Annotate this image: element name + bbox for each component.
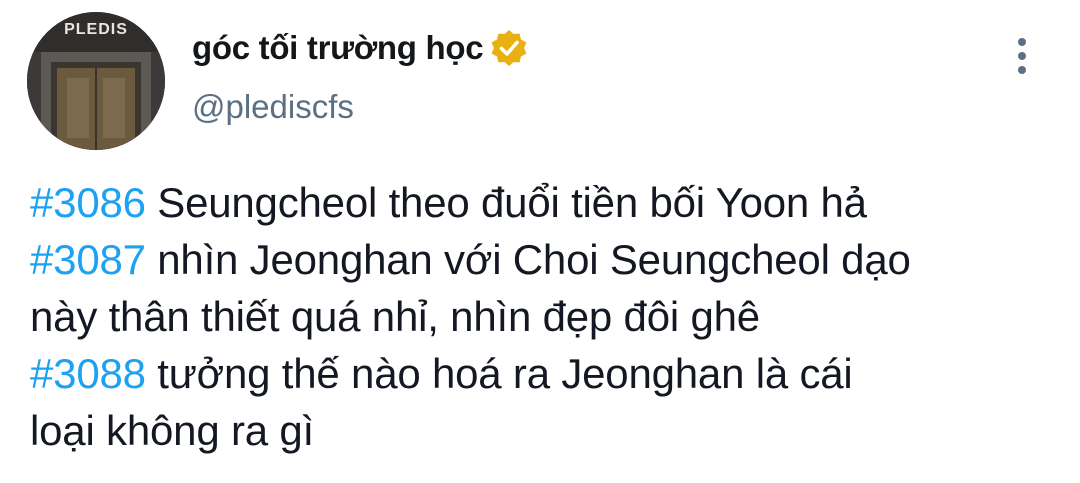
tweet-line-text: tưởng thế nào hoá ra Jeonghan là cái <box>145 350 853 397</box>
tweet-line: #3086 Seungcheol theo đuổi tiền bối Yoon… <box>30 174 1070 231</box>
tweet-line-text: này thân thiết quá nhỉ, nhìn đẹp đôi ghê <box>30 293 760 340</box>
tweet-line: #3088 tưởng thế nào hoá ra Jeonghan là c… <box>30 345 1070 402</box>
tweet-line-text: Seungcheol theo đuổi tiền bối Yoon hả <box>145 179 867 226</box>
avatar[interactable]: PLEDIS <box>27 12 165 150</box>
hashtag-link[interactable]: #3086 <box>30 179 146 226</box>
verified-badge-icon <box>489 28 529 68</box>
author-name-row[interactable]: góc tối trường học <box>192 26 529 70</box>
more-options-icon <box>1018 38 1026 74</box>
tweet-line: loại không ra gì <box>30 402 1070 459</box>
display-name[interactable]: góc tối trường học <box>192 29 484 67</box>
tweet-text: #3086 Seungcheol theo đuổi tiền bối Yoon… <box>30 174 1070 459</box>
more-options-button[interactable] <box>1004 34 1040 78</box>
hashtag-link[interactable]: #3087 <box>30 236 146 283</box>
user-handle[interactable]: @plediscfs <box>192 88 354 126</box>
avatar-logo-text: PLEDIS <box>64 21 128 38</box>
hashtag-link[interactable]: #3088 <box>30 350 146 397</box>
tweet-line: này thân thiết quá nhỉ, nhìn đẹp đôi ghê <box>30 288 1070 345</box>
tweet-line-text: loại không ra gì <box>30 407 314 454</box>
tweet-line-text: nhìn Jeonghan với Choi Seungcheol dạo <box>145 236 911 283</box>
tweet-line: #3087 nhìn Jeonghan với Choi Seungcheol … <box>30 231 1070 288</box>
